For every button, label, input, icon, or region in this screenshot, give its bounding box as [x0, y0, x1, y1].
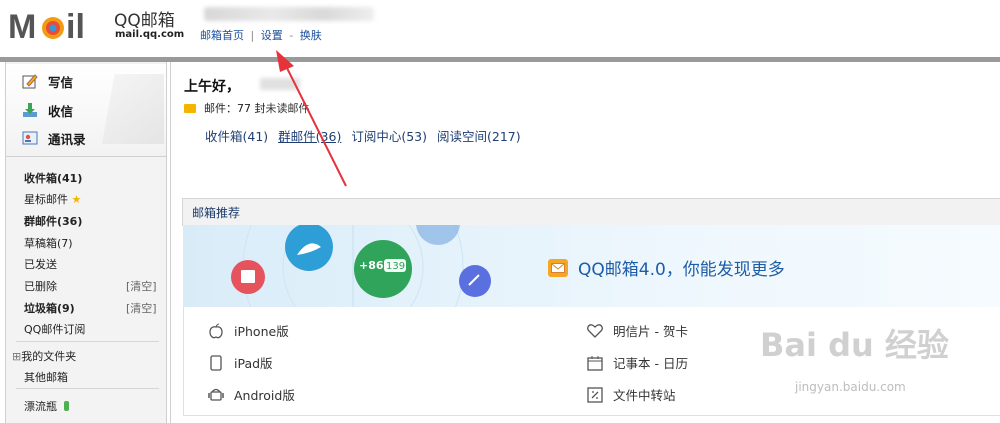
folder-drafts[interactable]: 草稿箱(7): [24, 235, 73, 251]
shortcut-reading-space[interactable]: 阅读空间(217): [437, 126, 521, 145]
brand-name: QQ邮箱: [114, 11, 175, 31]
left-sidebar: 写信 收信 通讯录 收件箱(41) 星标邮件 ★ 群邮件(36) 草稿箱(7) …: [5, 62, 167, 423]
bottle-icon: [63, 401, 69, 411]
promo-label: QQ邮箱4.0，你能发现更多: [578, 260, 785, 280]
badge-phone-prefix: 139: [386, 261, 405, 272]
skin-link[interactable]: 换肤: [300, 29, 322, 42]
mail-count-text: 邮件：77 封: [204, 102, 266, 115]
calendar-icon: [587, 355, 603, 371]
feature-android[interactable]: Android版: [208, 385, 295, 404]
feature-postcard-label: 明信片 - 贺卡: [613, 324, 688, 339]
contacts-button[interactable]: 通讯录: [22, 126, 86, 150]
compose-label: 写信: [48, 74, 74, 90]
shortcut-subscription-center[interactable]: 订阅中心(53): [351, 126, 427, 145]
expand-plus-icon[interactable]: ⊞: [12, 350, 21, 363]
box-shortcuts: 收件箱(41) 群邮件(36) 订阅中心(53) 阅读空间(217): [205, 126, 521, 145]
folder-spam[interactable]: 垃圾箱(9): [24, 300, 75, 316]
my-folders-label: 我的文件夹: [21, 350, 77, 363]
contact-card-icon: [22, 131, 38, 145]
apple-icon: [208, 323, 224, 339]
svg-text:M: M: [8, 8, 36, 44]
separator: -: [289, 29, 294, 42]
divider: [16, 388, 159, 389]
folder-group-mail[interactable]: 群邮件(36): [24, 213, 82, 229]
contacts-label: 通讯录: [48, 131, 86, 147]
clear-spam-link[interactable]: [清空]: [126, 300, 157, 316]
feature-file-transfer[interactable]: 文件中转站: [587, 385, 676, 404]
feature-notebook-label: 记事本 - 日历: [613, 356, 688, 371]
drift-bottle-link[interactable]: 漂流瓶: [24, 398, 69, 414]
folder-starred-label: 星标邮件: [24, 193, 68, 206]
folder-inbox[interactable]: 收件箱(41): [24, 170, 82, 186]
shortcut-group-mail[interactable]: 群邮件(36): [278, 126, 341, 145]
banner-illustration: +86 139: [231, 225, 491, 307]
badge-country-code: +86: [359, 259, 384, 272]
receive-label: 收信: [48, 103, 74, 119]
feature-ipad[interactable]: iPad版: [208, 353, 273, 372]
folder-starred[interactable]: 星标邮件 ★: [24, 191, 81, 207]
pencil-icon: [22, 74, 38, 89]
unread-mail-link[interactable]: 未读邮件: [266, 100, 310, 116]
folder-subscriptions[interactable]: QQ邮件订阅: [24, 321, 85, 337]
star-icon: ★: [71, 193, 82, 206]
feature-file-transfer-label: 文件中转站: [613, 388, 676, 403]
feature-postcard[interactable]: 明信片 - 贺卡: [587, 321, 688, 340]
envelope-decoration: [102, 74, 164, 144]
clear-deleted-link[interactable]: [清空]: [126, 278, 157, 294]
promo-text[interactable]: QQ邮箱4.0，你能发现更多: [548, 255, 785, 280]
quick-actions: 写信 收信 通讯录: [6, 64, 166, 157]
feature-ipad-label: iPad版: [234, 356, 273, 371]
folder-other-mailboxes[interactable]: 其他邮箱: [24, 369, 68, 385]
divider: [16, 341, 159, 342]
feature-notebook[interactable]: 记事本 - 日历: [587, 353, 688, 372]
envelope-icon: [548, 258, 568, 277]
folder-my-folders[interactable]: ⊞我的文件夹: [12, 348, 76, 364]
tablet-icon: [208, 354, 224, 371]
qqmail-logo: M il: [8, 8, 85, 44]
receive-button[interactable]: 收信: [22, 98, 73, 122]
baidu-watermark-url: jingyan.baidu.com: [795, 380, 906, 394]
settings-link[interactable]: 设置: [261, 29, 283, 42]
recommend-header: [182, 198, 1000, 226]
heart-icon: [587, 323, 603, 339]
recommend-title: 邮箱推荐: [192, 206, 241, 220]
file-transfer-icon: [587, 386, 603, 403]
greeting: 上午好，: [184, 79, 240, 95]
download-arrow-icon: [23, 103, 37, 117]
top-links: 邮箱首页 | 设置 - 换肤: [200, 27, 322, 43]
feature-android-label: Android版: [234, 388, 295, 403]
brand-domain: mail.qq.com: [115, 29, 185, 40]
compose-button[interactable]: 写信: [22, 69, 73, 93]
baidu-watermark: Bai du 经验: [760, 326, 949, 364]
svg-text:il: il: [66, 8, 85, 44]
blurred-account: [204, 7, 374, 21]
shortcut-inbox[interactable]: 收件箱(41): [205, 126, 268, 145]
drift-bottle-label: 漂流瓶: [24, 400, 57, 413]
mail-home-link[interactable]: 邮箱首页: [200, 29, 244, 42]
unread-summary: 邮件：77 封 未读邮件: [184, 100, 310, 116]
folder-deleted[interactable]: 已删除: [24, 278, 57, 294]
mail-icon: [184, 103, 196, 113]
blurred-username: [260, 78, 300, 90]
feature-iphone-label: iPhone版: [234, 324, 289, 339]
android-icon: [208, 387, 224, 403]
feature-iphone[interactable]: iPhone版: [208, 321, 289, 340]
folder-sent[interactable]: 已发送: [24, 256, 57, 272]
separator: |: [250, 29, 255, 42]
